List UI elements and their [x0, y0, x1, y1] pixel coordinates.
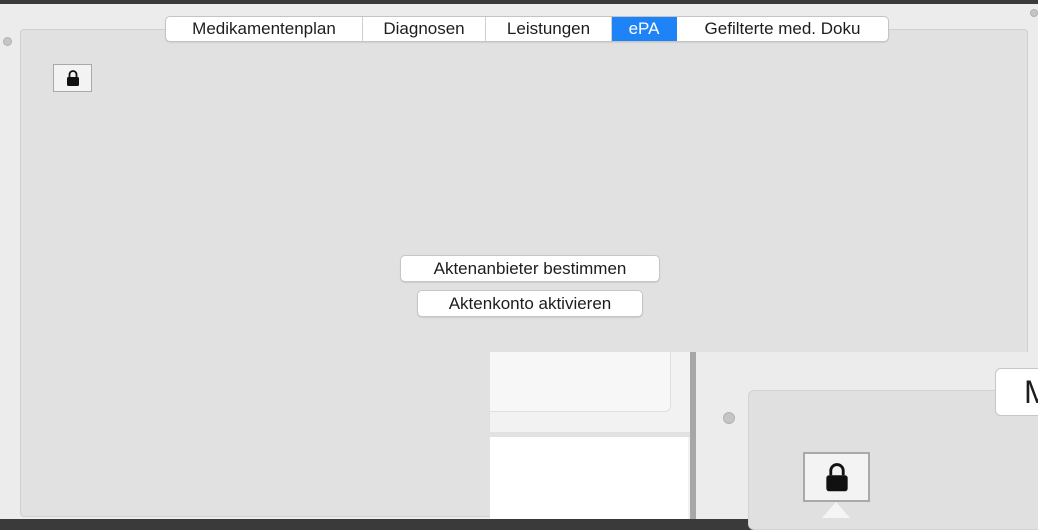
lock-icon: [66, 70, 79, 86]
overlay-text-area: [490, 352, 671, 412]
tab-bar: Medikamentenplan Diagnosen Leistungen eP…: [165, 16, 889, 42]
tab-epa[interactable]: ePA: [612, 17, 677, 41]
tab-leistungen[interactable]: Leistungen: [486, 17, 612, 41]
lock-button[interactable]: [53, 64, 92, 92]
determine-provider-button[interactable]: Aktenanbieter bestimmen: [400, 255, 660, 282]
overlay-popover-arrow: [822, 502, 850, 518]
tab-diagnosen[interactable]: Diagnosen: [363, 17, 486, 41]
overlay-tab[interactable]: M: [995, 368, 1038, 416]
overlay-right-panel: M: [696, 352, 1038, 530]
tab-gefilterte-med-doku[interactable]: Gefilterte med. Doku: [677, 17, 888, 41]
overlay-left-panel: [490, 352, 690, 519]
overlay-lock-button[interactable]: [803, 452, 870, 502]
activate-account-button[interactable]: Aktenkonto aktivieren: [417, 290, 643, 317]
window-corner-dot: [1030, 9, 1038, 17]
overlay-dot: [723, 412, 735, 424]
window-corner-dot: [3, 37, 12, 46]
lock-icon: [825, 463, 848, 492]
overlay-content-area: [490, 437, 688, 519]
tab-medikamentenplan[interactable]: Medikamentenplan: [166, 17, 363, 41]
